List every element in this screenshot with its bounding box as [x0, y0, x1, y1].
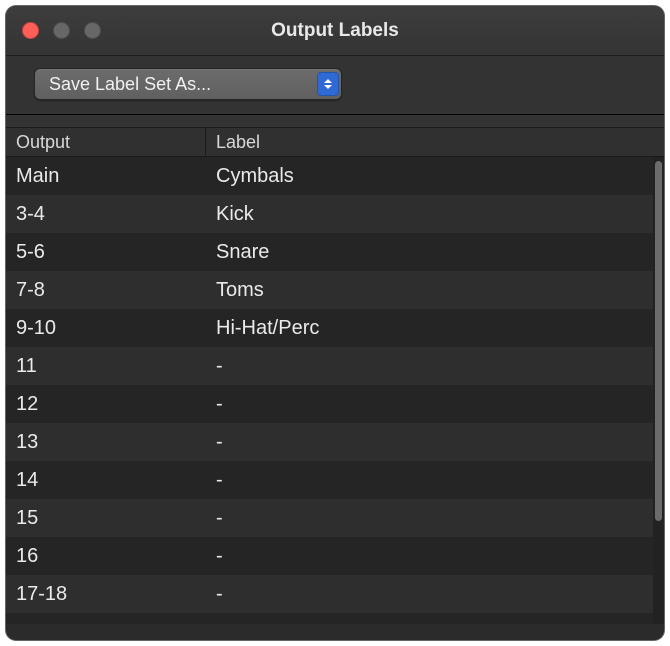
output-cell[interactable]: 11 [6, 355, 206, 378]
label-cell[interactable]: Cymbals [206, 165, 653, 188]
label-cell[interactable]: Kick [206, 203, 653, 226]
output-cell[interactable]: 16 [6, 545, 206, 568]
minimize-icon[interactable] [53, 22, 70, 39]
output-cell[interactable]: Main [6, 165, 206, 188]
label-cell[interactable]: - [206, 621, 653, 625]
table-row[interactable]: 19-20- [6, 613, 653, 624]
column-header-label[interactable]: Label [206, 128, 664, 156]
table-row[interactable]: 17-18- [6, 575, 653, 613]
table-row[interactable]: 7-8Toms [6, 271, 653, 309]
label-cell[interactable]: Toms [206, 279, 653, 302]
table-row[interactable]: 3-4Kick [6, 195, 653, 233]
table-row[interactable]: 11- [6, 347, 653, 385]
label-cell[interactable]: - [206, 393, 653, 416]
zoom-icon[interactable] [84, 22, 101, 39]
label-set-dropdown[interactable]: Save Label Set As... [34, 68, 342, 100]
toolbar: Save Label Set As... [6, 56, 664, 115]
table-row[interactable]: 16- [6, 537, 653, 575]
output-cell[interactable]: 12 [6, 393, 206, 416]
label-cell[interactable]: - [206, 469, 653, 492]
table-row[interactable]: 15- [6, 499, 653, 537]
output-cell[interactable]: 14 [6, 469, 206, 492]
toolbar-separator [6, 115, 664, 127]
output-cell[interactable]: 3-4 [6, 203, 206, 226]
table-row[interactable]: 13- [6, 423, 653, 461]
table-body: MainCymbals3-4Kick5-6Snare7-8Toms9-10Hi-… [6, 157, 664, 624]
table-row[interactable]: 12- [6, 385, 653, 423]
table-header: Output Label [6, 127, 664, 157]
scrollbar-thumb[interactable] [655, 161, 662, 521]
label-cell[interactable]: Hi-Hat/Perc [206, 317, 653, 340]
window-title: Output Labels [6, 6, 664, 55]
table-row[interactable]: 9-10Hi-Hat/Perc [6, 309, 653, 347]
output-cell[interactable]: 15 [6, 507, 206, 530]
table-row[interactable]: MainCymbals [6, 157, 653, 195]
output-cell[interactable]: 9-10 [6, 317, 206, 340]
chevron-down-icon [324, 85, 332, 89]
output-cell[interactable]: 19-20 [6, 621, 206, 625]
label-cell[interactable]: - [206, 355, 653, 378]
label-cell[interactable]: - [206, 431, 653, 454]
chevron-up-icon [324, 79, 332, 83]
close-icon[interactable] [22, 22, 39, 39]
column-header-output[interactable]: Output [6, 128, 206, 156]
output-cell[interactable]: 13 [6, 431, 206, 454]
table-rows: MainCymbals3-4Kick5-6Snare7-8Toms9-10Hi-… [6, 157, 653, 624]
output-cell[interactable]: 17-18 [6, 583, 206, 606]
label-cell[interactable]: - [206, 583, 653, 606]
label-cell[interactable]: - [206, 507, 653, 530]
label-cell[interactable]: Snare [206, 241, 653, 264]
label-cell[interactable]: - [206, 545, 653, 568]
output-labels-window: Output Labels Save Label Set As... Outpu… [6, 6, 664, 640]
table-row[interactable]: 5-6Snare [6, 233, 653, 271]
titlebar: Output Labels [6, 6, 664, 56]
label-set-dropdown-label: Save Label Set As... [49, 74, 211, 95]
table-row[interactable]: 14- [6, 461, 653, 499]
scrollbar-track[interactable] [653, 157, 664, 624]
updown-icon[interactable] [317, 72, 339, 96]
traffic-lights [22, 22, 101, 39]
output-cell[interactable]: 7-8 [6, 279, 206, 302]
output-cell[interactable]: 5-6 [6, 241, 206, 264]
